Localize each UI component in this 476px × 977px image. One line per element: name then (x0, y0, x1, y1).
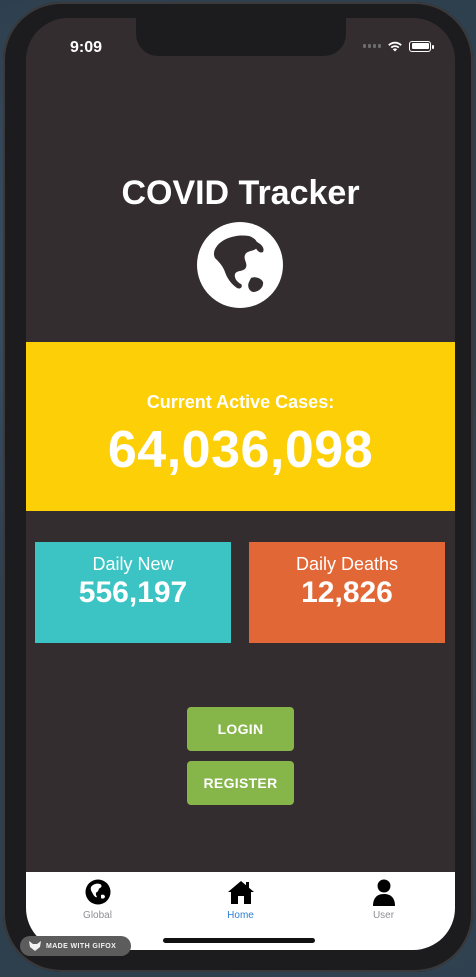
status-icons (363, 40, 434, 52)
register-button[interactable]: REGISTER (187, 761, 294, 805)
tab-global[interactable]: Global (26, 878, 169, 921)
globe-icon (85, 879, 110, 905)
app-title: COVID Tracker (121, 174, 360, 212)
tab-user[interactable]: User (312, 878, 455, 921)
login-button[interactable]: LOGIN (187, 707, 294, 751)
active-cases-value: 64,036,098 (107, 421, 374, 479)
daily-deaths-label: Daily Deaths (295, 554, 399, 574)
tab-home-label: Home (227, 910, 254, 921)
app-screen: 9:09 COVID Tracker Current Active Cases:… (26, 18, 455, 950)
status-time: 9:09 (70, 39, 103, 56)
tab-user-label: User (372, 910, 395, 921)
home-indicator (163, 938, 315, 943)
gifox-watermark: MADE WITH GIFOX (20, 936, 131, 956)
home-icon (227, 881, 254, 904)
daily-new-value: 556,197 (78, 576, 188, 609)
user-icon (372, 879, 395, 906)
wifi-icon (388, 41, 402, 52)
daily-deaths-value: 12,826 (301, 576, 393, 609)
daily-deaths-card: Daily Deaths 12,826 (249, 542, 445, 643)
active-cases-label: Current Active Cases: (146, 392, 335, 412)
fox-icon (29, 941, 41, 951)
tab-global-label: Global (83, 910, 112, 921)
notch (136, 18, 346, 56)
daily-new-card: Daily New 556,197 (35, 542, 231, 643)
signal-icon (363, 44, 381, 48)
tab-home[interactable]: Home (169, 878, 312, 921)
active-cases-card: Current Active Cases: 64,036,098 (26, 342, 455, 511)
phone-frame: 9:09 COVID Tracker Current Active Cases:… (3, 2, 473, 972)
gifox-text: MADE WITH GIFOX (46, 942, 117, 950)
battery-icon (409, 40, 434, 52)
daily-new-label: Daily New (92, 554, 174, 574)
globe-logo-icon (197, 222, 283, 308)
